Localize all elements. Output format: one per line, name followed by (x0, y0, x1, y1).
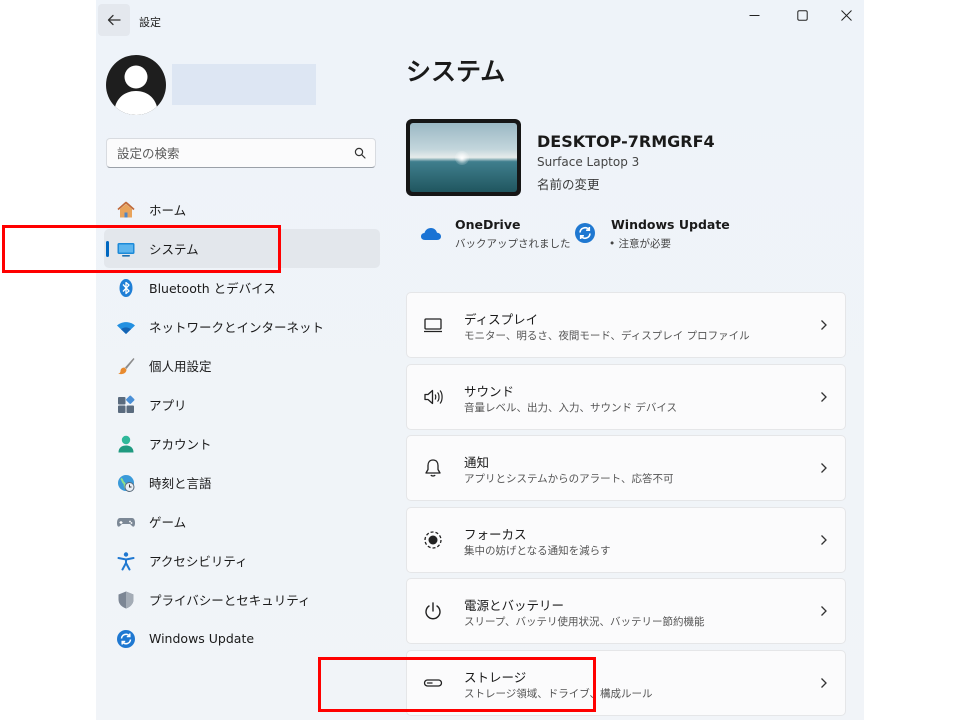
sidebar-item-network[interactable]: ネットワークとインターネット (104, 307, 380, 346)
page-title: システム (406, 57, 506, 86)
card-description: アプリとシステムからのアラート、応答不可 (464, 473, 674, 485)
sidebar-item-home[interactable]: ホーム (104, 190, 380, 229)
sidebar-item-label: アプリ (149, 398, 187, 413)
sidebar-item-label: ゲーム (149, 515, 187, 530)
back-arrow-icon (107, 14, 121, 26)
device-wallpaper (410, 123, 517, 192)
card-title: ディスプレイ (464, 312, 539, 327)
home-icon (115, 199, 137, 221)
sidebar-item-label: アクセシビリティ (149, 554, 248, 569)
card-display[interactable]: ディスプレイ モニター、明るさ、夜間モード、ディスプレイ プロファイル (406, 292, 846, 358)
onedrive-title: OneDrive (455, 217, 521, 232)
focus-icon (422, 529, 444, 551)
chevron-right-icon (821, 463, 827, 473)
display-icon (422, 314, 444, 336)
device-image (406, 119, 521, 196)
back-button[interactable] (98, 4, 130, 36)
card-description: モニター、明るさ、夜間モード、ディスプレイ プロファイル (464, 330, 750, 342)
chevron-right-icon (821, 606, 827, 616)
sidebar-item-time-language[interactable]: 時刻と言語 (104, 463, 380, 502)
windows-update-icon (115, 628, 137, 650)
card-power-battery[interactable]: 電源とバッテリー スリープ、バッテリ使用状況、バッテリー節約機能 (406, 578, 846, 644)
chevron-right-icon (821, 392, 827, 402)
onedrive-status: バックアップされました (455, 238, 571, 250)
card-title: 通知 (464, 455, 490, 470)
bluetooth-icon (115, 277, 137, 299)
search-icon (354, 147, 366, 159)
chevron-right-icon (821, 535, 827, 545)
accessibility-icon (115, 550, 137, 572)
sidebar-item-windows-update[interactable]: Windows Update (104, 619, 380, 658)
search-input[interactable] (107, 139, 357, 167)
search-box[interactable] (106, 138, 376, 168)
time-language-icon (115, 472, 137, 494)
bell-icon (422, 457, 444, 479)
avatar[interactable] (106, 55, 166, 115)
title-bar: 設定 (96, 0, 864, 36)
card-notifications[interactable]: 通知 アプリとシステムからのアラート、応答不可 (406, 435, 846, 501)
onedrive-icon (420, 223, 442, 245)
apps-icon (115, 394, 137, 416)
sidebar-item-label: 時刻と言語 (149, 476, 212, 491)
account-icon (115, 433, 137, 455)
device-model: Surface Laptop 3 (537, 155, 640, 169)
minimize-icon (749, 14, 759, 16)
card-focus[interactable]: フォーカス 集中の妨げとなる通知を減らす (406, 507, 846, 573)
shield-icon (115, 589, 137, 611)
card-sound[interactable]: サウンド 音量レベル、出力、入力、サウンド デバイス (406, 364, 846, 430)
windows-update-title[interactable]: Windows Update (611, 217, 730, 232)
sidebar-item-label: 個人用設定 (149, 359, 212, 374)
card-title: フォーカス (464, 527, 527, 542)
chevron-right-icon (821, 320, 827, 330)
card-title: 電源とバッテリー (464, 598, 565, 613)
card-title: サウンド (464, 384, 515, 399)
profile-name-redacted (172, 64, 316, 105)
sidebar-item-personalization[interactable]: 個人用設定 (104, 346, 380, 385)
sidebar-item-privacy[interactable]: プライバシーとセキュリティ (104, 580, 380, 619)
rename-link[interactable]: 名前の変更 (537, 174, 600, 193)
sidebar-item-label: アカウント (149, 437, 212, 452)
close-button[interactable] (826, 4, 864, 26)
sidebar-item-gaming[interactable]: ゲーム (104, 502, 380, 541)
minimize-button[interactable] (734, 4, 774, 26)
sidebar-item-accessibility[interactable]: アクセシビリティ (104, 541, 380, 580)
sidebar-item-label: ネットワークとインターネット (149, 320, 325, 335)
windows-update-status: • 注意が必要 (609, 238, 672, 250)
gamepad-icon (115, 511, 137, 533)
speaker-icon (422, 386, 444, 408)
maximize-button[interactable] (782, 4, 822, 26)
device-name: DESKTOP-7RMGRF4 (537, 132, 715, 151)
card-description: スリープ、バッテリ使用状況、バッテリー節約機能 (464, 616, 705, 628)
sidebar-item-label: Windows Update (149, 631, 255, 646)
highlight-storage-card (318, 657, 596, 712)
sidebar-item-label: プライバシーとセキュリティ (149, 593, 311, 608)
maximize-icon (796, 9, 808, 21)
sidebar-item-label: Bluetooth とデバイス (149, 281, 276, 296)
sidebar-item-apps[interactable]: アプリ (104, 385, 380, 424)
card-description: 音量レベル、出力、入力、サウンド デバイス (464, 402, 678, 414)
user-icon (114, 65, 158, 115)
close-icon (840, 9, 852, 21)
wifi-icon (115, 316, 137, 338)
brush-icon (115, 355, 137, 377)
highlight-system-nav (2, 225, 281, 273)
windows-update-icon (574, 222, 596, 244)
chevron-right-icon (821, 678, 827, 688)
sidebar-item-label: ホーム (149, 203, 187, 218)
window-title: 設定 (139, 16, 161, 29)
card-description: 集中の妨げとなる通知を減らす (464, 545, 611, 557)
sidebar-item-bluetooth[interactable]: Bluetooth とデバイス (104, 268, 380, 307)
sidebar-item-accounts[interactable]: アカウント (104, 424, 380, 463)
settings-window: 設定 ホーム (96, 0, 864, 720)
power-icon (422, 600, 444, 622)
